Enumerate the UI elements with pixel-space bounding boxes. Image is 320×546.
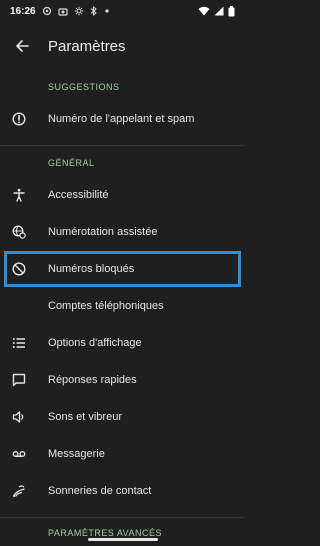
info-icon bbox=[12, 111, 26, 126]
volume-icon bbox=[12, 410, 26, 424]
row-label: Messagerie bbox=[48, 447, 105, 460]
assisted-dialing-icon bbox=[12, 225, 26, 239]
row-voicemail[interactable]: Messagerie bbox=[0, 435, 245, 472]
gesture-navigation-bar[interactable] bbox=[88, 538, 158, 541]
bluetooth-status-icon bbox=[90, 6, 97, 16]
row-label: Numéro de l'appelant et spam bbox=[48, 112, 195, 125]
brightness-status-icon bbox=[74, 6, 83, 16]
row-label: Comptes téléphoniques bbox=[48, 299, 164, 312]
row-quick-responses[interactable]: Réponses rapides bbox=[0, 361, 245, 398]
list-icon bbox=[12, 336, 26, 350]
section-header-general: GÉNÉRAL bbox=[48, 158, 95, 168]
row-label: Options d'affichage bbox=[48, 336, 142, 349]
row-label: Sons et vibreur bbox=[48, 410, 122, 423]
suggestions-section: SUGGESTIONS bbox=[0, 68, 245, 92]
back-button[interactable] bbox=[4, 28, 40, 64]
advanced-section: PARAMÈTRES AVANCÉS bbox=[0, 518, 245, 538]
block-icon bbox=[12, 261, 26, 276]
page-title: Paramètres bbox=[48, 37, 126, 55]
status-notification-icons bbox=[42, 6, 110, 16]
row-blocked-numbers[interactable]: Numéros bloqués bbox=[0, 250, 245, 287]
message-icon bbox=[12, 373, 26, 387]
notification-dot-icon bbox=[104, 9, 109, 13]
row-label: Accessibilité bbox=[48, 188, 109, 201]
section-header-advanced: PARAMÈTRES AVANCÉS bbox=[48, 528, 163, 538]
status-bar: 16:26 bbox=[0, 0, 245, 22]
row-assisted-dialing[interactable]: Numérotation assistée bbox=[0, 213, 245, 250]
ringtone-icon bbox=[12, 484, 26, 498]
accessibility-icon bbox=[12, 188, 26, 202]
app-bar: Paramètres bbox=[0, 24, 245, 68]
section-header-suggestions: SUGGESTIONS bbox=[48, 82, 120, 92]
battery-icon bbox=[228, 5, 235, 16]
arrow-back-icon bbox=[16, 40, 29, 52]
row-caller-id-spam[interactable]: Numéro de l'appelant et spam bbox=[0, 100, 245, 137]
settings-status-icon bbox=[42, 6, 51, 16]
status-right bbox=[198, 5, 235, 17]
general-section: GÉNÉRAL bbox=[0, 146, 245, 168]
wifi-icon bbox=[198, 6, 210, 16]
row-label: Numéros bloqués bbox=[48, 262, 135, 275]
status-left: 16:26 bbox=[10, 6, 110, 17]
row-display-options[interactable]: Options d'affichage bbox=[0, 324, 245, 361]
row-label: Réponses rapides bbox=[48, 373, 137, 386]
signal-icon bbox=[214, 6, 224, 16]
status-time: 16:26 bbox=[10, 5, 36, 17]
voicemail-icon bbox=[12, 447, 26, 461]
row-sounds-vibration[interactable]: Sons et vibreur bbox=[0, 398, 245, 435]
row-label: Numérotation assistée bbox=[48, 225, 158, 238]
settings-list: SUGGESTIONS Numéro de l'appelant et spam… bbox=[0, 68, 245, 538]
row-label: Sonneries de contact bbox=[48, 484, 152, 497]
row-phone-accounts[interactable]: Comptes téléphoniques bbox=[0, 287, 245, 324]
camera-status-icon bbox=[57, 8, 68, 16]
row-contact-ringtones[interactable]: Sonneries de contact bbox=[0, 472, 245, 509]
row-accessibility[interactable]: Accessibilité bbox=[0, 176, 245, 213]
